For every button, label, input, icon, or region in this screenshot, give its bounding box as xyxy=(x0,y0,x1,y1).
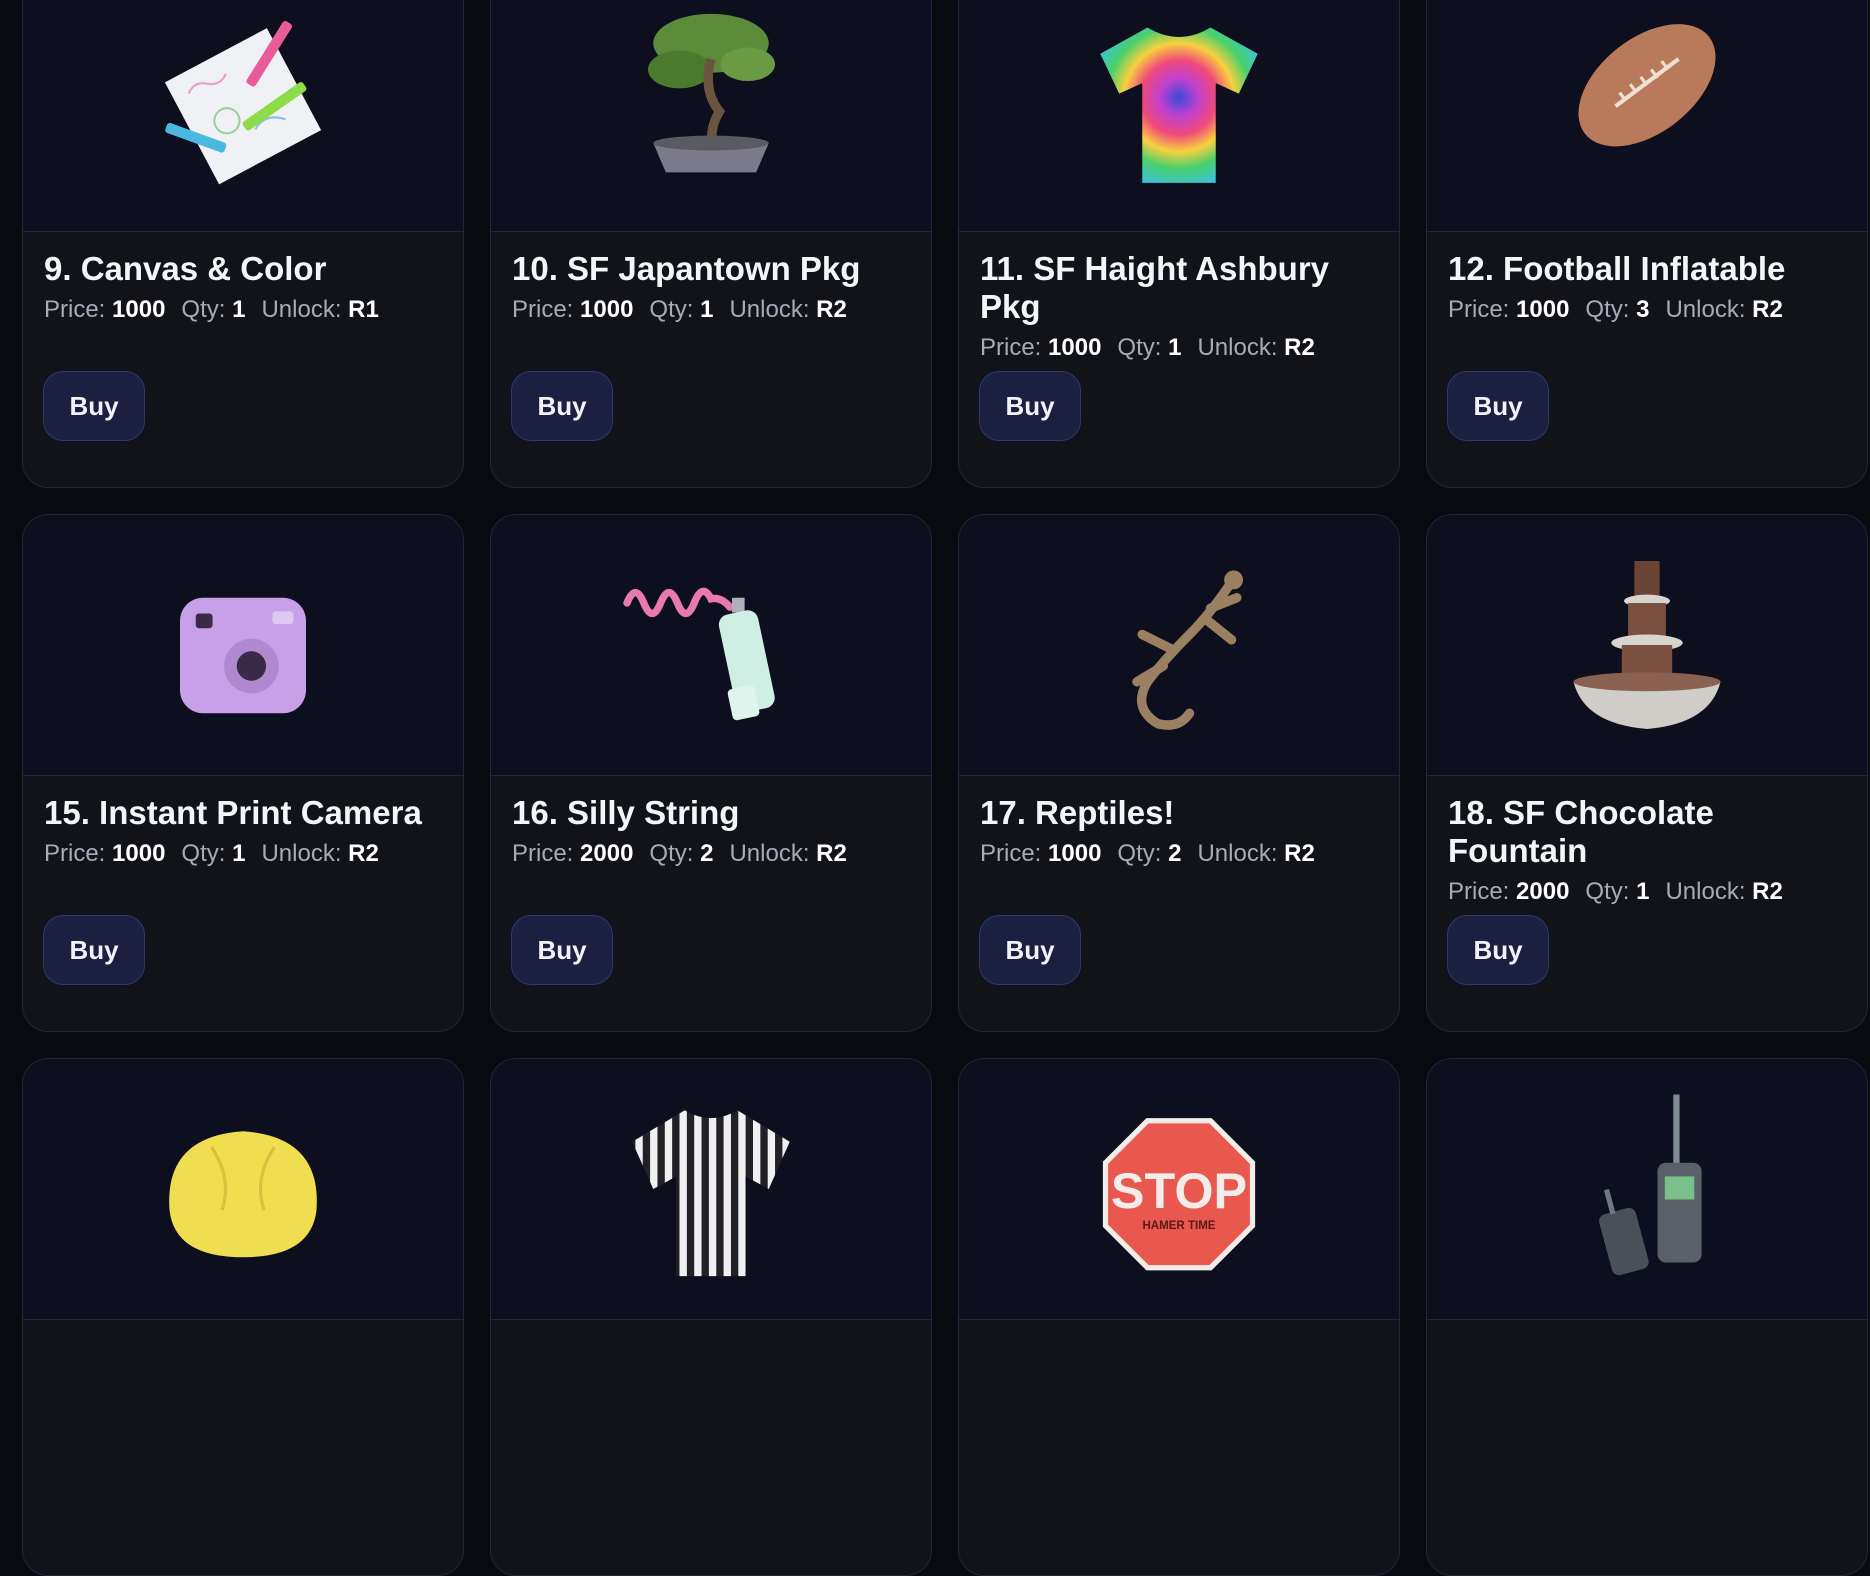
product-image xyxy=(23,1059,463,1320)
product-grid: 9. Canvas & Color Price: 1000 Qty: 1 Unl… xyxy=(22,0,1868,1576)
qty-value: 2 xyxy=(1168,840,1182,867)
product-image xyxy=(959,515,1399,776)
bean-bag-icon xyxy=(169,1131,317,1258)
product-image xyxy=(491,1059,931,1320)
product-title: 17. Reptiles! xyxy=(980,794,1175,831)
qty-value: 1 xyxy=(1168,334,1182,361)
stop-sign-icon: STOP HAMER TIME xyxy=(1102,1118,1256,1271)
product-card: 16. Silly String Price: 2000 Qty: 2 Unlo… xyxy=(490,514,932,1032)
buy-button[interactable]: Buy xyxy=(1447,371,1549,441)
product-card xyxy=(22,1058,464,1576)
product-meta: Price: 1000 Qty: 3 Unlock: R2 xyxy=(1448,296,1783,323)
product-card: STOP HAMER TIME xyxy=(958,1058,1400,1576)
price-value: 2000 xyxy=(580,840,634,867)
product-title: 18. SF Chocolate Fountain xyxy=(1448,794,1714,869)
product-card xyxy=(1426,1058,1868,1576)
qty-value: 1 xyxy=(700,296,714,323)
buy-button[interactable]: Buy xyxy=(1447,915,1549,985)
bonsai-tree-icon xyxy=(648,13,776,173)
chocolate-fountain-icon xyxy=(1573,561,1721,729)
product-meta: Price: 2000 Qty: 1 Unlock: R2 xyxy=(1448,878,1783,905)
product-image: STOP HAMER TIME xyxy=(959,1059,1399,1320)
qty-value: 1 xyxy=(1636,878,1650,905)
product-image xyxy=(1427,515,1867,776)
product-card: 10. SF Japantown Pkg Price: 1000 Qty: 1 … xyxy=(490,0,932,488)
product-card: 17. Reptiles! Price: 1000 Qty: 2 Unlock:… xyxy=(958,514,1400,1032)
price-value: 1000 xyxy=(1048,334,1102,361)
buy-button[interactable]: Buy xyxy=(979,371,1081,441)
unlock-value: R1 xyxy=(348,296,379,323)
product-card: 18. SF Chocolate Fountain Price: 2000 Qt… xyxy=(1426,514,1868,1032)
product-meta: Price: 1000 Qty: 1 Unlock: R1 xyxy=(44,296,379,323)
price-value: 1000 xyxy=(112,296,166,323)
unlock-value: R2 xyxy=(1752,878,1783,905)
unlock-value: R2 xyxy=(816,840,847,867)
product-meta: Price: 1000 Qty: 1 Unlock: R2 xyxy=(44,840,379,867)
svg-text:HAMER TIME: HAMER TIME xyxy=(1142,1220,1215,1232)
product-image xyxy=(491,0,931,232)
product-meta: Price: 1000 Qty: 1 Unlock: R2 xyxy=(512,296,847,323)
instant-camera-icon xyxy=(180,597,306,714)
price-value: 2000 xyxy=(1516,878,1570,905)
product-image xyxy=(23,515,463,776)
qty-value: 1 xyxy=(232,296,246,323)
product-image xyxy=(1427,0,1867,232)
price-value: 1000 xyxy=(1048,840,1102,867)
product-card: 15. Instant Print Camera Price: 1000 Qty… xyxy=(22,514,464,1032)
walkie-talkie-icon xyxy=(1599,1094,1702,1276)
unlock-value: R2 xyxy=(348,840,379,867)
price-value: 1000 xyxy=(112,840,166,867)
product-meta: Price: 1000 Qty: 2 Unlock: R2 xyxy=(980,840,1315,867)
product-title: 16. Silly String xyxy=(512,794,740,831)
unlock-value: R2 xyxy=(1284,334,1315,361)
product-card: 9. Canvas & Color Price: 1000 Qty: 1 Unl… xyxy=(22,0,464,488)
buy-button[interactable]: Buy xyxy=(511,915,613,985)
price-value: 1000 xyxy=(580,296,634,323)
svg-text:STOP: STOP xyxy=(1111,1162,1247,1219)
striped-shirt-icon xyxy=(632,1110,790,1277)
buy-button[interactable]: Buy xyxy=(43,371,145,441)
unlock-value: R2 xyxy=(816,296,847,323)
product-meta: Price: 1000 Qty: 1 Unlock: R2 xyxy=(980,334,1315,361)
buy-button[interactable]: Buy xyxy=(511,371,613,441)
football-icon xyxy=(1578,24,1716,147)
qty-value: 1 xyxy=(232,840,246,867)
price-value: 1000 xyxy=(1516,296,1570,323)
product-image xyxy=(23,0,463,232)
canvas-color-icon xyxy=(164,20,322,185)
product-image xyxy=(491,515,931,776)
product-title: 10. SF Japantown Pkg xyxy=(512,250,861,287)
product-title: 15. Instant Print Camera xyxy=(44,794,422,831)
product-card: 11. SF Haight Ashbury Pkg Price: 1000 Qt… xyxy=(958,0,1400,488)
buy-button[interactable]: Buy xyxy=(43,915,145,985)
product-card: 12. Football Inflatable Price: 1000 Qty:… xyxy=(1426,0,1868,488)
silly-string-icon xyxy=(623,587,775,721)
product-image xyxy=(1427,1059,1867,1320)
lizard-icon xyxy=(1132,570,1244,730)
buy-button[interactable]: Buy xyxy=(979,915,1081,985)
product-meta: Price: 2000 Qty: 2 Unlock: R2 xyxy=(512,840,847,867)
product-title: 11. SF Haight Ashbury Pkg xyxy=(980,250,1330,325)
qty-value: 3 xyxy=(1636,296,1650,323)
unlock-value: R2 xyxy=(1752,296,1783,323)
unlock-value: R2 xyxy=(1284,840,1315,867)
qty-value: 2 xyxy=(700,840,714,867)
product-title: 9. Canvas & Color xyxy=(44,250,327,287)
product-card xyxy=(490,1058,932,1576)
tie-dye-shirt-icon xyxy=(1100,27,1258,183)
product-title: 12. Football Inflatable xyxy=(1448,250,1786,287)
product-image xyxy=(959,0,1399,232)
